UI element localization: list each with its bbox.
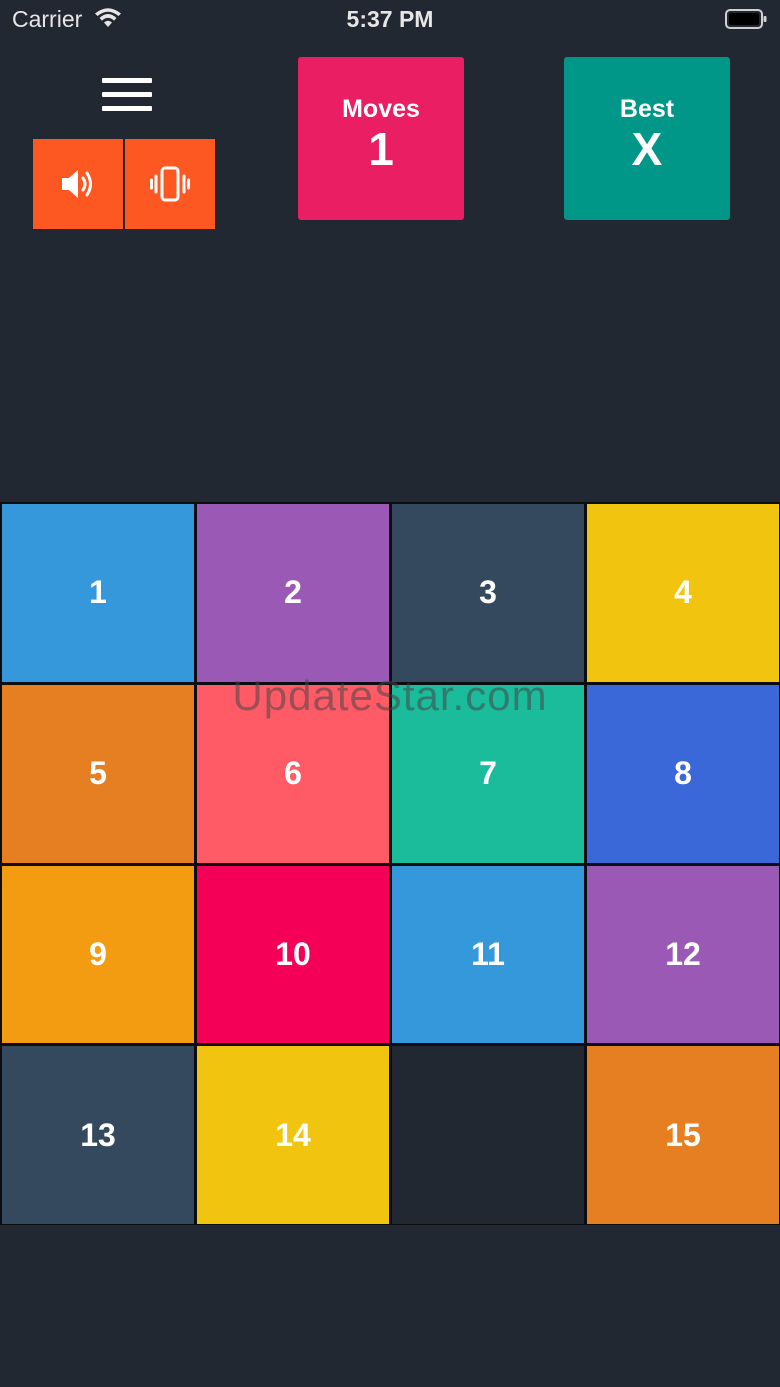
hamburger-menu-icon <box>102 78 152 83</box>
moves-counter: Moves 1 <box>298 57 464 220</box>
tile-9[interactable]: 9 <box>2 865 194 1044</box>
tile-8[interactable]: 8 <box>587 684 779 863</box>
best-score: Best X <box>564 57 730 220</box>
menu-button[interactable] <box>98 74 156 116</box>
vibration-icon <box>150 166 190 202</box>
tile-14[interactable]: 14 <box>197 1046 389 1224</box>
tile-4[interactable]: 4 <box>587 504 779 682</box>
moves-label: Moves <box>342 95 420 123</box>
tile-1[interactable]: 1 <box>2 504 194 682</box>
tile-2[interactable]: 2 <box>197 504 389 682</box>
speaker-icon <box>62 170 92 198</box>
puzzle-board: 1 2 3 4 5 6 7 8 9 10 11 12 13 14 15 <box>0 502 780 1225</box>
status-time: 5:37 PM <box>346 6 434 32</box>
best-value: X <box>631 123 663 175</box>
vibration-toggle-button[interactable] <box>125 139 215 229</box>
tile-15[interactable]: 15 <box>587 1046 779 1224</box>
moves-value: 1 <box>368 123 394 175</box>
tile-12[interactable]: 12 <box>587 865 779 1044</box>
tile-11[interactable]: 11 <box>392 865 584 1044</box>
tile-6[interactable]: 6 <box>197 684 389 863</box>
tile-13[interactable]: 13 <box>2 1046 194 1224</box>
best-label: Best <box>619 95 675 123</box>
battery-icon <box>725 9 767 29</box>
sound-toggle-button[interactable] <box>33 139 123 229</box>
status-bar: Carrier 5:37 PM <box>0 0 780 40</box>
tile-7[interactable]: 7 <box>392 684 584 863</box>
tile-10[interactable]: 10 <box>197 865 389 1044</box>
tile-5[interactable]: 5 <box>2 684 194 863</box>
empty-slot[interactable] <box>392 1046 584 1224</box>
tile-3[interactable]: 3 <box>392 504 584 682</box>
